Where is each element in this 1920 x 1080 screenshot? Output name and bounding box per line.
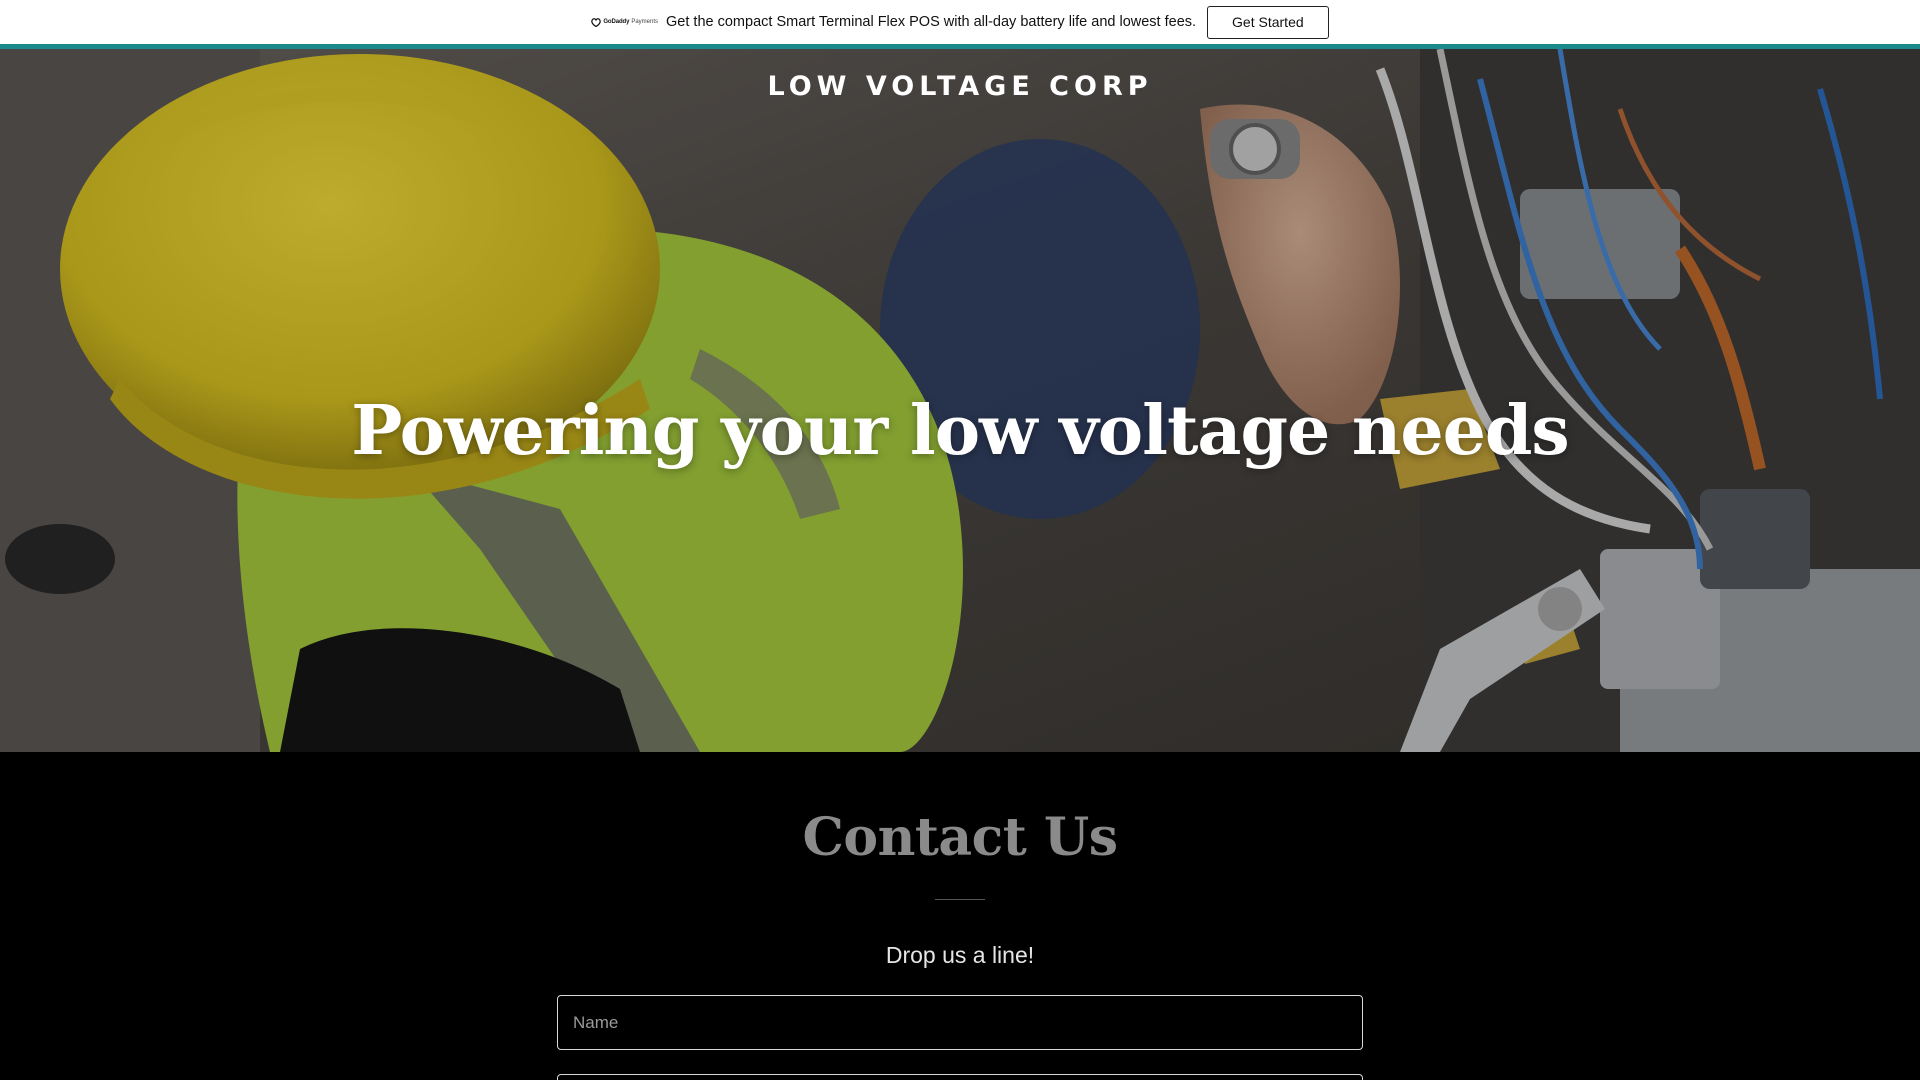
hero-section: LOW VOLTAGE CORP Powering your low volta… [0, 49, 1920, 752]
contact-subtitle: Drop us a line! [885, 942, 1035, 968]
logo-brand: GoDaddy [603, 19, 630, 25]
email-input[interactable] [557, 1074, 1363, 1080]
logo-sub: Payments [631, 19, 659, 25]
godaddy-logo-icon [591, 17, 602, 27]
site-title[interactable]: LOW VOLTAGE CORP [0, 71, 1920, 102]
promo-content: GoDaddy Payments Get the compact Smart T… [591, 5, 1329, 39]
heading-divider [935, 899, 985, 900]
name-input[interactable] [557, 995, 1363, 1050]
promo-banner: GoDaddy Payments Get the compact Smart T… [0, 0, 1920, 44]
godaddy-payments-logo: GoDaddy Payments [591, 17, 659, 27]
get-started-button[interactable]: Get Started [1207, 5, 1329, 39]
hero-tagline: Powering your low voltage needs [351, 391, 1569, 471]
promo-text: Get the compact Smart Terminal Flex POS … [666, 14, 1197, 30]
contact-section: Contact Us Drop us a line! [0, 752, 1920, 1080]
contact-heading: Contact Us [802, 807, 1119, 868]
